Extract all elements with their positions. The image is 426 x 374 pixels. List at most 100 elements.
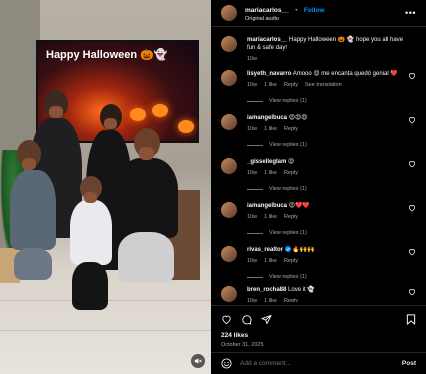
- verified-icon: [284, 246, 291, 252]
- view-replies-link[interactable]: View replies (1): [247, 186, 307, 192]
- comment-text: 😍😍😍: [288, 115, 308, 121]
- replies-divider: [247, 232, 263, 234]
- post-video[interactable]: Happy Halloween 🎃👻: [0, 0, 211, 374]
- replies-divider: [247, 188, 263, 190]
- view-replies-label[interactable]: View replies (1): [269, 98, 307, 104]
- instagram-post-view: Happy Halloween 🎃👻 mariacarlos__ • Follo…: [0, 0, 426, 374]
- like-count[interactable]: 224 likes: [221, 332, 248, 339]
- comment-author[interactable]: rivas_realtor: [247, 247, 283, 253]
- separator-dot: •: [295, 6, 298, 14]
- comments-list[interactable]: mariacarlos__ Happy Halloween 🎃 👻 hope y…: [211, 28, 426, 302]
- reply-button[interactable]: Reply: [284, 214, 298, 220]
- avatar[interactable]: [221, 158, 237, 174]
- comment-body: bren_rocha88 Love it 👻 10w 1 like Reply: [247, 286, 407, 302]
- post-comment-button[interactable]: Post: [402, 360, 416, 367]
- comment-author[interactable]: lisyeth_navarro: [247, 71, 291, 77]
- pumpkin-image: [152, 104, 168, 117]
- comment-text: Love it 👻: [288, 287, 315, 293]
- covered-face-hands: [22, 158, 36, 170]
- comment-body: iamangelbuca 😍❤️❤️ 10w 1 like Reply: [247, 202, 407, 220]
- replies-divider: [247, 276, 263, 278]
- heart-icon[interactable]: [408, 248, 416, 256]
- heart-icon[interactable]: [408, 288, 416, 296]
- comment-time: 10w: [247, 126, 258, 132]
- view-replies-link[interactable]: View replies (1): [247, 98, 307, 104]
- reply-button[interactable]: Reply: [284, 126, 298, 132]
- comment-body: lisyeth_navarro Amooo 😍 me encanta quedó…: [247, 70, 407, 88]
- avatar[interactable]: [221, 70, 237, 86]
- comment-input[interactable]: [240, 360, 402, 367]
- view-replies-label[interactable]: View replies (1): [269, 230, 307, 236]
- pumpkin-image: [130, 108, 146, 121]
- covered-face-hands: [104, 118, 117, 129]
- avatar[interactable]: [221, 114, 237, 130]
- comment-text: Amooo 😍 me encanta quedó genial ❤️: [292, 71, 398, 77]
- comment-body: rivas_realtor 🔥🙌🙌 10w 1 like Reply: [247, 246, 407, 264]
- covered-face-hands: [49, 106, 63, 118]
- avatar[interactable]: [221, 246, 237, 262]
- comment-like-count[interactable]: 1 like: [264, 126, 277, 132]
- comment-like-count[interactable]: 1 like: [264, 258, 277, 264]
- comment-like-count[interactable]: 1 like: [264, 214, 277, 220]
- replies-divider: [247, 144, 263, 146]
- post-actions: 224 likes October 31, 2025: [211, 305, 426, 348]
- comment-time: 10w: [247, 82, 258, 88]
- comment-like-count[interactable]: 1 like: [264, 82, 277, 88]
- covered-face-hands: [139, 147, 154, 160]
- view-replies-link[interactable]: View replies (1): [247, 142, 307, 148]
- reply-button[interactable]: Reply: [284, 298, 298, 302]
- reply-button[interactable]: Reply: [284, 170, 298, 176]
- avatar[interactable]: [221, 286, 237, 302]
- view-replies-label[interactable]: View replies (1): [269, 274, 307, 280]
- reply-button[interactable]: Reply: [284, 258, 298, 264]
- comment-body: iamangelbuca 😍😍😍 10w 1 like Reply: [247, 114, 407, 132]
- heart-icon[interactable]: [221, 314, 232, 325]
- post-sidebar: mariacarlos__ • Follow Original audio ••…: [211, 0, 426, 374]
- heart-icon[interactable]: [408, 160, 416, 168]
- comment-body: _gisselleglam 😍 10w 1 like Reply: [247, 158, 407, 176]
- floor-tile-line: [0, 330, 211, 331]
- person-figure: [116, 158, 178, 238]
- emoji-icon[interactable]: [221, 358, 232, 369]
- person-figure: [72, 262, 108, 310]
- comment-text: 😍: [288, 159, 295, 165]
- caption-time: 10w: [247, 56, 258, 62]
- caption-body: mariacarlos__ Happy Halloween 🎃 👻 hope y…: [247, 36, 407, 62]
- follow-button[interactable]: Follow: [304, 7, 325, 14]
- avatar[interactable]: [221, 36, 237, 52]
- view-replies-link[interactable]: View replies (1): [247, 274, 307, 280]
- comment-author[interactable]: iamangelbuca: [247, 203, 287, 209]
- comment-like-count[interactable]: 1 like: [264, 298, 277, 302]
- mute-icon: [194, 358, 202, 364]
- avatar[interactable]: [221, 5, 237, 21]
- comment-text: 🔥🙌🙌: [292, 247, 315, 253]
- comment-author[interactable]: iamangelbuca: [247, 115, 287, 121]
- person-figure: [14, 248, 52, 280]
- reply-button[interactable]: Reply: [284, 82, 298, 88]
- comment-like-count[interactable]: 1 like: [264, 170, 277, 176]
- heart-icon[interactable]: [408, 72, 416, 80]
- caption-author[interactable]: mariacarlos__: [247, 37, 287, 43]
- bookmark-icon[interactable]: [406, 314, 416, 325]
- replies-divider: [247, 100, 263, 102]
- add-comment-bar: Post: [211, 352, 426, 374]
- header-text: mariacarlos__ • Follow Original audio: [245, 4, 325, 23]
- share-icon[interactable]: [261, 314, 272, 325]
- person-figure: [70, 200, 112, 265]
- audio-link[interactable]: Original audio: [245, 15, 325, 23]
- avatar[interactable]: [221, 202, 237, 218]
- comment-author[interactable]: _gisselleglam: [247, 159, 286, 165]
- heart-icon[interactable]: [408, 116, 416, 124]
- view-replies-link[interactable]: View replies (1): [247, 230, 307, 236]
- post-date: October 31, 2025: [221, 342, 264, 348]
- view-replies-label[interactable]: View replies (1): [269, 186, 307, 192]
- heart-icon[interactable]: [408, 204, 416, 212]
- comment-icon[interactable]: [241, 314, 252, 325]
- comment-time: 10w: [247, 298, 258, 302]
- more-options-icon[interactable]: •••: [405, 8, 416, 18]
- comment-author[interactable]: bren_rocha88: [247, 287, 286, 293]
- post-author-link[interactable]: mariacarlos__: [245, 7, 289, 14]
- view-replies-label[interactable]: View replies (1): [269, 142, 307, 148]
- mute-button[interactable]: [191, 354, 205, 368]
- see-translation-link[interactable]: See translation: [305, 82, 342, 88]
